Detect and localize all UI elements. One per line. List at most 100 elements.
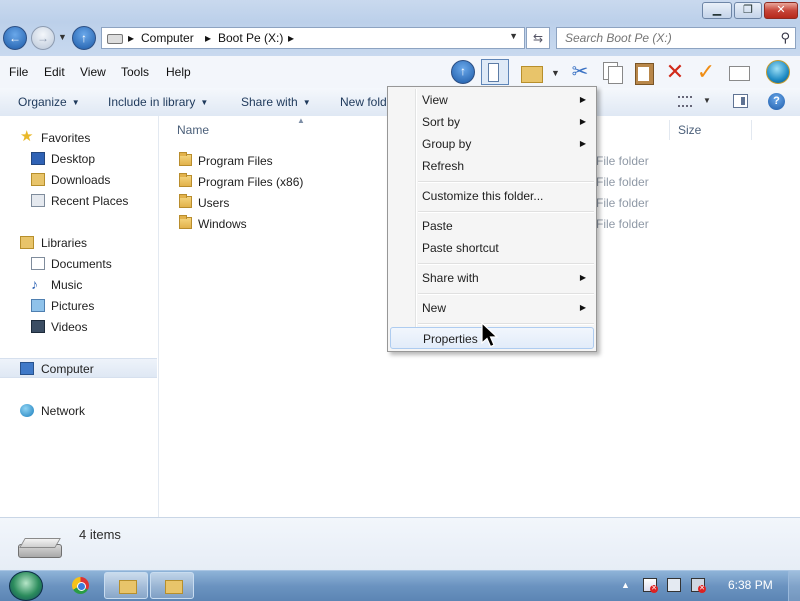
include-in-library-button[interactable]: Include in library ▼ bbox=[108, 95, 208, 109]
show-hidden-icons-icon[interactable]: ▲ bbox=[621, 580, 630, 590]
include-in-library-label: Include in library bbox=[108, 95, 196, 109]
column-header-name[interactable]: Name bbox=[177, 123, 209, 137]
folder-icon bbox=[179, 194, 192, 208]
refresh-button[interactable]: ⇆ bbox=[526, 27, 550, 49]
explorer-taskbar-button[interactable] bbox=[104, 572, 148, 599]
clock[interactable]: 6:38 PM bbox=[728, 578, 773, 592]
show-desktop-button[interactable] bbox=[788, 571, 800, 601]
nav-desktop-label: Desktop bbox=[51, 152, 96, 166]
menu-separator bbox=[418, 211, 594, 213]
copy-icon[interactable] bbox=[600, 60, 624, 84]
chevron-right-icon[interactable]: ▸ bbox=[128, 31, 134, 45]
start-button[interactable] bbox=[9, 571, 43, 601]
email-icon[interactable] bbox=[727, 60, 751, 84]
menu-file[interactable]: File bbox=[9, 65, 28, 79]
search-icon[interactable]: ⚲ bbox=[780, 30, 790, 46]
organize-label: Organize bbox=[18, 95, 67, 109]
breadcrumb-computer[interactable]: Computer bbox=[141, 31, 194, 45]
nav-downloads-label: Downloads bbox=[51, 173, 111, 187]
context-menu-item-customize[interactable]: Customize this folder... bbox=[390, 185, 594, 207]
context-menu-item-group-by[interactable]: Group by ▶ bbox=[390, 133, 594, 155]
context-menu-item-refresh[interactable]: Refresh bbox=[390, 155, 594, 177]
folder-options-dropdown-icon[interactable]: ▼ bbox=[551, 68, 560, 78]
item-count: 4 items bbox=[79, 527, 121, 542]
chevron-right-icon[interactable]: ▸ bbox=[205, 31, 211, 45]
context-menu-item-view[interactable]: View ▶ bbox=[390, 89, 594, 111]
address-dropdown-icon[interactable]: ▼ bbox=[509, 31, 518, 41]
file-type: File folder bbox=[596, 217, 649, 231]
nav-videos[interactable]: Videos bbox=[0, 317, 157, 337]
context-menu-item-label: Paste shortcut bbox=[422, 241, 499, 255]
taskbar: ▲ ✕ ✕ 6:38 PM bbox=[0, 570, 800, 601]
nav-pictures[interactable]: Pictures bbox=[0, 296, 157, 316]
chevron-down-icon: ▼ bbox=[200, 98, 209, 107]
error-badge-icon: ✕ bbox=[650, 585, 658, 593]
navigation-pane-icon[interactable] bbox=[481, 59, 509, 85]
column-header-size[interactable]: Size bbox=[678, 123, 701, 137]
chevron-right-icon[interactable]: ▸ bbox=[288, 31, 294, 45]
up-level-button[interactable]: ↑ bbox=[72, 26, 96, 50]
videos-icon bbox=[31, 320, 45, 333]
column-divider[interactable] bbox=[751, 120, 752, 140]
context-menu-item-sort-by[interactable]: Sort by ▶ bbox=[390, 111, 594, 133]
minimize-button[interactable]: ▁ bbox=[702, 2, 732, 19]
nav-recent-places[interactable]: Recent Places bbox=[0, 191, 157, 211]
search-input[interactable] bbox=[557, 28, 775, 48]
menu-edit[interactable]: Edit bbox=[44, 65, 65, 79]
maximize-button[interactable]: ❐ bbox=[734, 2, 762, 19]
preview-pane-icon[interactable] bbox=[733, 94, 748, 108]
menu-tools[interactable]: Tools bbox=[121, 65, 149, 79]
menu-view[interactable]: View bbox=[80, 65, 106, 79]
context-menu: View ▶ Sort by ▶ Group by ▶ Refresh Cust… bbox=[387, 86, 597, 352]
view-dropdown-icon[interactable]: ▼ bbox=[703, 96, 711, 105]
chevron-down-icon: ▼ bbox=[71, 98, 80, 107]
nav-downloads[interactable]: Downloads bbox=[0, 170, 157, 190]
close-button[interactable]: ✕ bbox=[764, 2, 798, 19]
context-menu-item-label: Paste bbox=[422, 219, 453, 233]
volume-icon[interactable]: ✕ bbox=[691, 578, 706, 593]
context-menu-item-paste-shortcut[interactable]: Paste shortcut bbox=[390, 237, 594, 259]
change-view-icon[interactable] bbox=[678, 96, 692, 107]
nav-documents[interactable]: Documents bbox=[0, 254, 157, 274]
close-icon: ✕ bbox=[776, 4, 786, 16]
nav-desktop[interactable]: Desktop bbox=[0, 149, 157, 169]
nav-computer[interactable]: Computer bbox=[0, 358, 157, 378]
folder-options-icon[interactable] bbox=[520, 60, 544, 84]
chrome-taskbar-icon[interactable] bbox=[59, 572, 103, 599]
menu-help[interactable]: Help bbox=[166, 65, 191, 79]
nav-network[interactable]: Network bbox=[0, 401, 157, 421]
nav-libraries[interactable]: Libraries bbox=[0, 233, 157, 253]
checkmark-icon[interactable]: ✓ bbox=[694, 60, 718, 84]
maximize-icon: ❐ bbox=[743, 4, 753, 16]
share-with-button[interactable]: Share with ▼ bbox=[241, 95, 311, 109]
address-bar[interactable]: ▸ Computer ▸ Boot Pe (X:) ▸ ▼ bbox=[101, 27, 525, 49]
refresh-icon: ⇆ bbox=[532, 31, 544, 45]
context-menu-item-new[interactable]: New ▶ bbox=[390, 297, 594, 319]
cut-icon[interactable]: ✂ bbox=[568, 60, 592, 84]
star-icon: ★ bbox=[20, 128, 34, 145]
folder-icon bbox=[179, 215, 192, 229]
network-tray-icon[interactable] bbox=[667, 578, 681, 592]
toolbar-up-icon[interactable]: ↑ bbox=[451, 60, 475, 84]
back-button[interactable]: ← bbox=[3, 26, 27, 50]
organize-button[interactable]: Organize ▼ bbox=[18, 95, 80, 109]
nav-music[interactable]: ♪ Music bbox=[0, 275, 157, 295]
recent-pages-dropdown-icon[interactable]: ▼ bbox=[58, 32, 67, 42]
search-box[interactable]: ⚲ bbox=[556, 27, 796, 49]
paste-icon[interactable] bbox=[632, 60, 656, 85]
menu-bar: File Edit View Tools Help ↑ ▼ ✂ ✕ ✓ bbox=[0, 56, 800, 89]
delete-icon[interactable]: ✕ bbox=[663, 60, 687, 84]
forward-button[interactable]: → bbox=[31, 26, 55, 50]
column-divider[interactable] bbox=[669, 120, 670, 140]
network-icon bbox=[20, 404, 34, 417]
folder-taskbar-button[interactable] bbox=[150, 572, 194, 599]
help-icon[interactable]: ? bbox=[768, 93, 785, 110]
navigation-pane: ★ Favorites Desktop Downloads Recent Pla… bbox=[0, 116, 159, 517]
nav-favorites[interactable]: ★ Favorites bbox=[0, 128, 157, 148]
breadcrumb-boot-pe[interactable]: Boot Pe (X:) bbox=[218, 31, 283, 45]
action-center-icon[interactable]: ✕ bbox=[643, 578, 658, 593]
hard-drive-icon bbox=[18, 538, 62, 558]
context-menu-item-share-with[interactable]: Share with ▶ bbox=[390, 267, 594, 289]
globe-icon[interactable] bbox=[766, 60, 790, 84]
context-menu-item-paste[interactable]: Paste bbox=[390, 215, 594, 237]
